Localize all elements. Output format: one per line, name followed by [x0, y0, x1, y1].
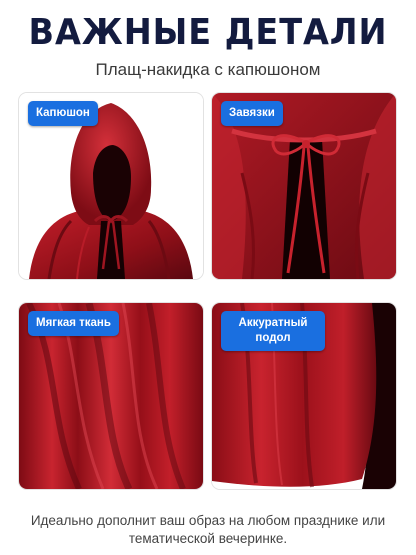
tile-hood-label: Капюшон: [28, 101, 98, 126]
footer-text: Идеально дополнит ваш образ на любом пра…: [30, 513, 386, 546]
tile-ties-label: Завязки: [221, 101, 283, 126]
tile-hem-label: Аккуратный подол: [221, 311, 325, 351]
tile-hood: Капюшон: [19, 93, 203, 279]
tile-fabric-label: Мягкая ткань: [28, 311, 119, 336]
tile-ties: Завязки: [212, 93, 396, 279]
tile-hem: Аккуратный подол: [212, 303, 396, 489]
page-title: ВАЖНЫЕ ДЕТАЛИ: [28, 12, 388, 53]
tile-fabric: Мягкая ткань: [19, 303, 203, 489]
page-subtitle: Плащ-накидка с капюшоном: [95, 60, 321, 79]
